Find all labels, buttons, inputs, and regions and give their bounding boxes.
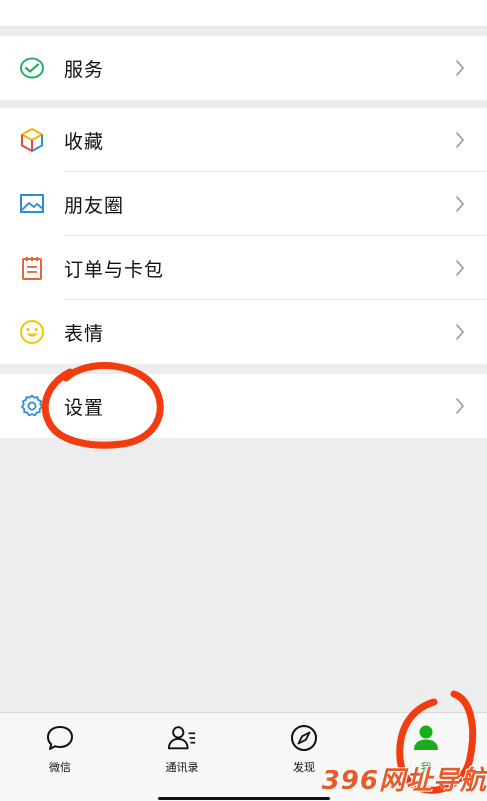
tab-chats[interactable]: 微信 — [15, 723, 105, 791]
contacts-icon — [167, 723, 197, 753]
chevron-right-icon — [453, 194, 467, 214]
chevron-right-icon — [453, 258, 467, 278]
menu-group-services: 服务 — [0, 36, 487, 100]
menu-item-label: 表情 — [64, 322, 105, 345]
menu-item-label: 收藏 — [64, 130, 105, 153]
menu-item-label: 朋友圈 — [64, 194, 125, 217]
chat-bubble-icon — [45, 723, 75, 753]
tab-label: 通讯录 — [165, 761, 199, 774]
menu-item-label: 服务 — [64, 58, 105, 81]
menu-item-favorites[interactable]: 收藏 — [0, 108, 487, 172]
chevron-right-icon — [453, 322, 467, 342]
menu-item-moments[interactable]: 朋友圈 — [0, 172, 487, 236]
compass-icon — [289, 723, 319, 753]
menu-item-stickers[interactable]: 表情 — [0, 300, 487, 364]
menu-item-label: 订单与卡包 — [64, 258, 165, 281]
wechat-pay-icon — [19, 55, 45, 81]
tab-contacts[interactable]: 通讯录 — [137, 723, 227, 791]
top-header-strip — [0, 0, 487, 27]
favorites-cube-icon — [19, 127, 45, 153]
tab-label: 发现 — [293, 761, 315, 774]
chevron-right-icon — [453, 130, 467, 150]
menu-item-orders-cards[interactable]: 订单与卡包 — [0, 236, 487, 300]
site-watermark: 396网址导航 — [321, 766, 487, 796]
chevron-right-icon — [453, 396, 467, 416]
gear-icon — [19, 393, 45, 419]
menu-group-settings: 设置 — [0, 374, 487, 438]
menu-item-services[interactable]: 服务 — [0, 36, 487, 100]
smiley-face-icon — [19, 319, 45, 345]
person-icon — [411, 723, 441, 753]
tab-label: 微信 — [49, 761, 71, 774]
menu-item-label: 设置 — [64, 396, 105, 419]
menu-group-main: 收藏 朋友圈 订单与卡包 表情 — [0, 108, 487, 364]
orders-notepad-icon — [19, 255, 45, 281]
menu-item-settings[interactable]: 设置 — [0, 374, 487, 438]
moments-image-icon — [19, 191, 45, 217]
chevron-right-icon — [453, 58, 467, 78]
